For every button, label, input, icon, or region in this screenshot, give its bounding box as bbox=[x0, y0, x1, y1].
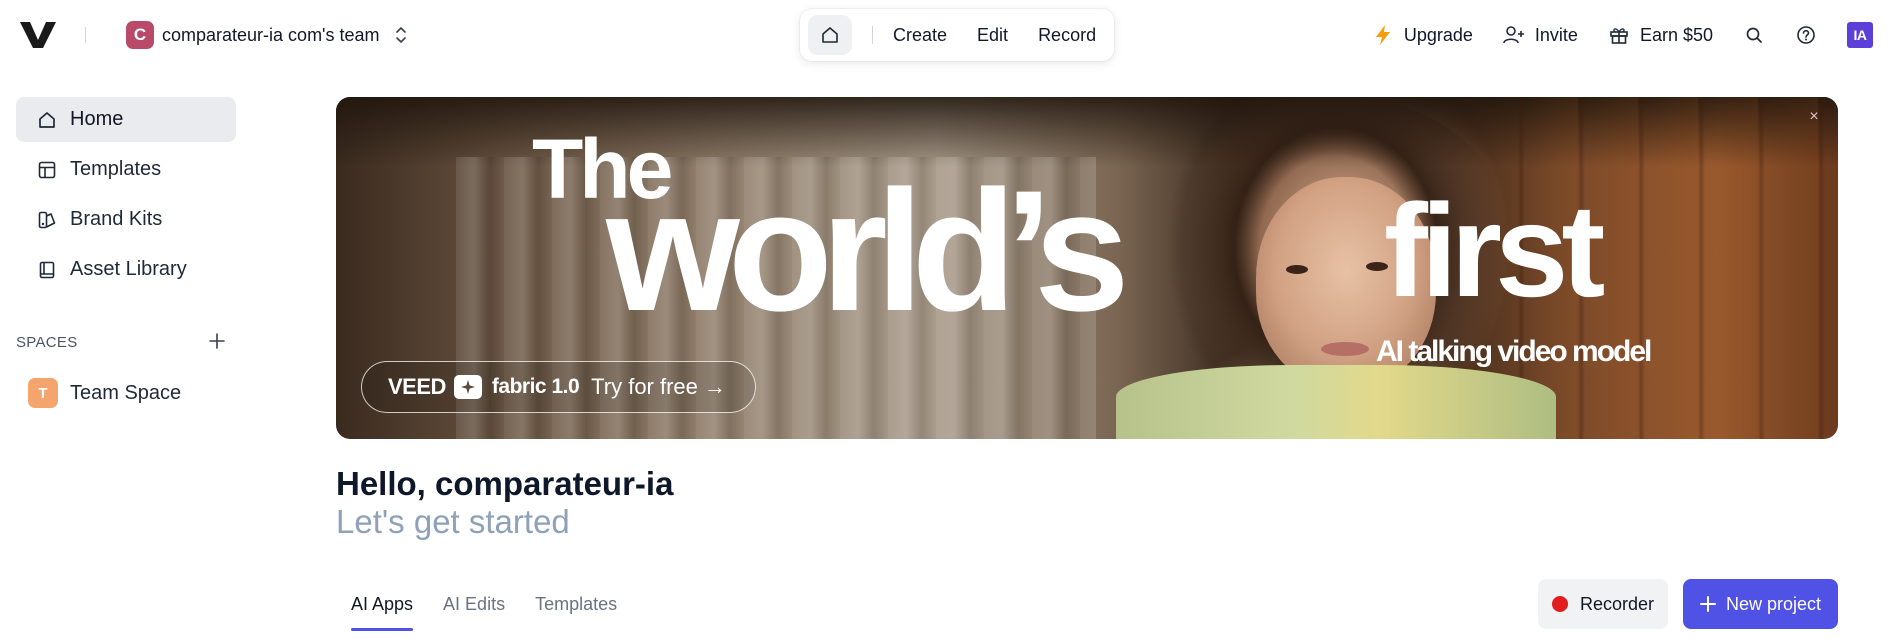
help-icon bbox=[1795, 24, 1817, 46]
nav-create[interactable]: Create bbox=[893, 25, 947, 46]
banner-cta-button[interactable]: VEED fabric 1.0 Try for free → bbox=[361, 361, 756, 413]
brand-kit-icon bbox=[36, 209, 58, 231]
banner-headline-worlds: world’s bbox=[606, 155, 1130, 347]
promo-banner[interactable]: The world’s first AI talking video model… bbox=[336, 97, 1838, 439]
new-project-button[interactable]: New project bbox=[1683, 579, 1838, 629]
tab-templates[interactable]: Templates bbox=[535, 594, 617, 625]
upgrade-button[interactable]: Upgrade bbox=[1372, 24, 1473, 46]
book-icon bbox=[36, 259, 58, 281]
banner-photo-lips bbox=[1321, 342, 1369, 356]
cta-brand: VEED bbox=[388, 374, 446, 399]
center-nav: Create Edit Record bbox=[800, 9, 1114, 61]
lightning-icon bbox=[1372, 24, 1394, 46]
close-icon[interactable]: × bbox=[1804, 107, 1824, 127]
plus-icon bbox=[209, 333, 225, 349]
team-avatar: C bbox=[126, 21, 154, 49]
sidebar-item-label: Asset Library bbox=[70, 258, 187, 280]
greeting-title: Hello, comparateur-ia bbox=[336, 465, 674, 502]
space-avatar: T bbox=[28, 378, 58, 408]
recorder-label: Recorder bbox=[1579, 593, 1655, 614]
space-name: Team Space bbox=[70, 381, 182, 404]
help-button[interactable] bbox=[1795, 24, 1817, 46]
arrow-right-icon: → bbox=[703, 374, 726, 399]
spaces-heading: SPACES bbox=[16, 334, 78, 351]
sidebar-item-templates[interactable]: Templates bbox=[16, 147, 236, 192]
sidebar-item-label: Home bbox=[70, 108, 124, 130]
plus-icon bbox=[1699, 596, 1716, 612]
space-item-team-space[interactable]: T Team Space bbox=[28, 376, 181, 410]
banner-photo-eye bbox=[1286, 265, 1308, 274]
sidebar-item-label: Brand Kits bbox=[70, 208, 163, 230]
layout-icon bbox=[36, 159, 58, 181]
earn-label: Earn $50 bbox=[1639, 24, 1713, 45]
record-dot-icon bbox=[1551, 596, 1568, 612]
sidebar-item-asset-library[interactable]: Asset Library bbox=[16, 247, 236, 292]
nav-edit[interactable]: Edit bbox=[977, 25, 1008, 46]
chevron-updown-icon bbox=[395, 27, 406, 43]
team-name: comparateur-ia com's team bbox=[162, 24, 380, 45]
tab-ai-apps[interactable]: AI Apps bbox=[351, 594, 414, 631]
sparkle-icon bbox=[453, 375, 482, 399]
add-space-button[interactable] bbox=[206, 330, 228, 352]
banner-subheadline: AI talking video model bbox=[1376, 335, 1652, 368]
recorder-button[interactable]: Recorder bbox=[1538, 579, 1668, 629]
banner-photo-sweater bbox=[1116, 365, 1556, 439]
divider bbox=[85, 27, 86, 43]
home-icon bbox=[36, 109, 58, 131]
team-switcher[interactable]: C comparateur-ia com's team bbox=[126, 20, 408, 50]
invite-button[interactable]: Invite bbox=[1503, 24, 1578, 46]
user-avatar[interactable]: IA bbox=[1847, 22, 1873, 48]
content-tabs: AI Apps AI Edits Templates bbox=[351, 594, 617, 631]
search-button[interactable] bbox=[1743, 24, 1765, 46]
sidebar-item-brand-kits[interactable]: Brand Kits bbox=[16, 197, 236, 242]
new-project-label: New project bbox=[1725, 593, 1822, 614]
tab-ai-edits[interactable]: AI Edits bbox=[443, 594, 505, 625]
upgrade-label: Upgrade bbox=[1403, 24, 1473, 45]
greeting-subtitle: Let's get started bbox=[336, 503, 570, 540]
banner-headline-first: first bbox=[1384, 177, 1605, 324]
home-icon bbox=[822, 27, 838, 43]
top-bar: C comparateur-ia com's team Create Edit … bbox=[0, 0, 1895, 70]
invite-label: Invite bbox=[1534, 24, 1578, 45]
sidebar-item-home[interactable]: Home bbox=[16, 97, 236, 142]
search-icon bbox=[1743, 24, 1765, 46]
earn-button[interactable]: Earn $50 bbox=[1608, 24, 1713, 46]
divider bbox=[872, 26, 873, 44]
sidebar-item-label: Templates bbox=[70, 158, 162, 180]
right-nav: Upgrade Invite Earn $50 IA bbox=[1342, 20, 1873, 50]
cta-try-label: Try for free bbox=[591, 374, 698, 399]
home-nav-button[interactable] bbox=[808, 15, 852, 55]
user-plus-icon bbox=[1503, 24, 1525, 46]
veed-logo[interactable] bbox=[20, 20, 56, 50]
gift-icon bbox=[1608, 24, 1630, 46]
cta-product: fabric 1.0 bbox=[491, 375, 580, 398]
nav-record[interactable]: Record bbox=[1038, 25, 1096, 46]
